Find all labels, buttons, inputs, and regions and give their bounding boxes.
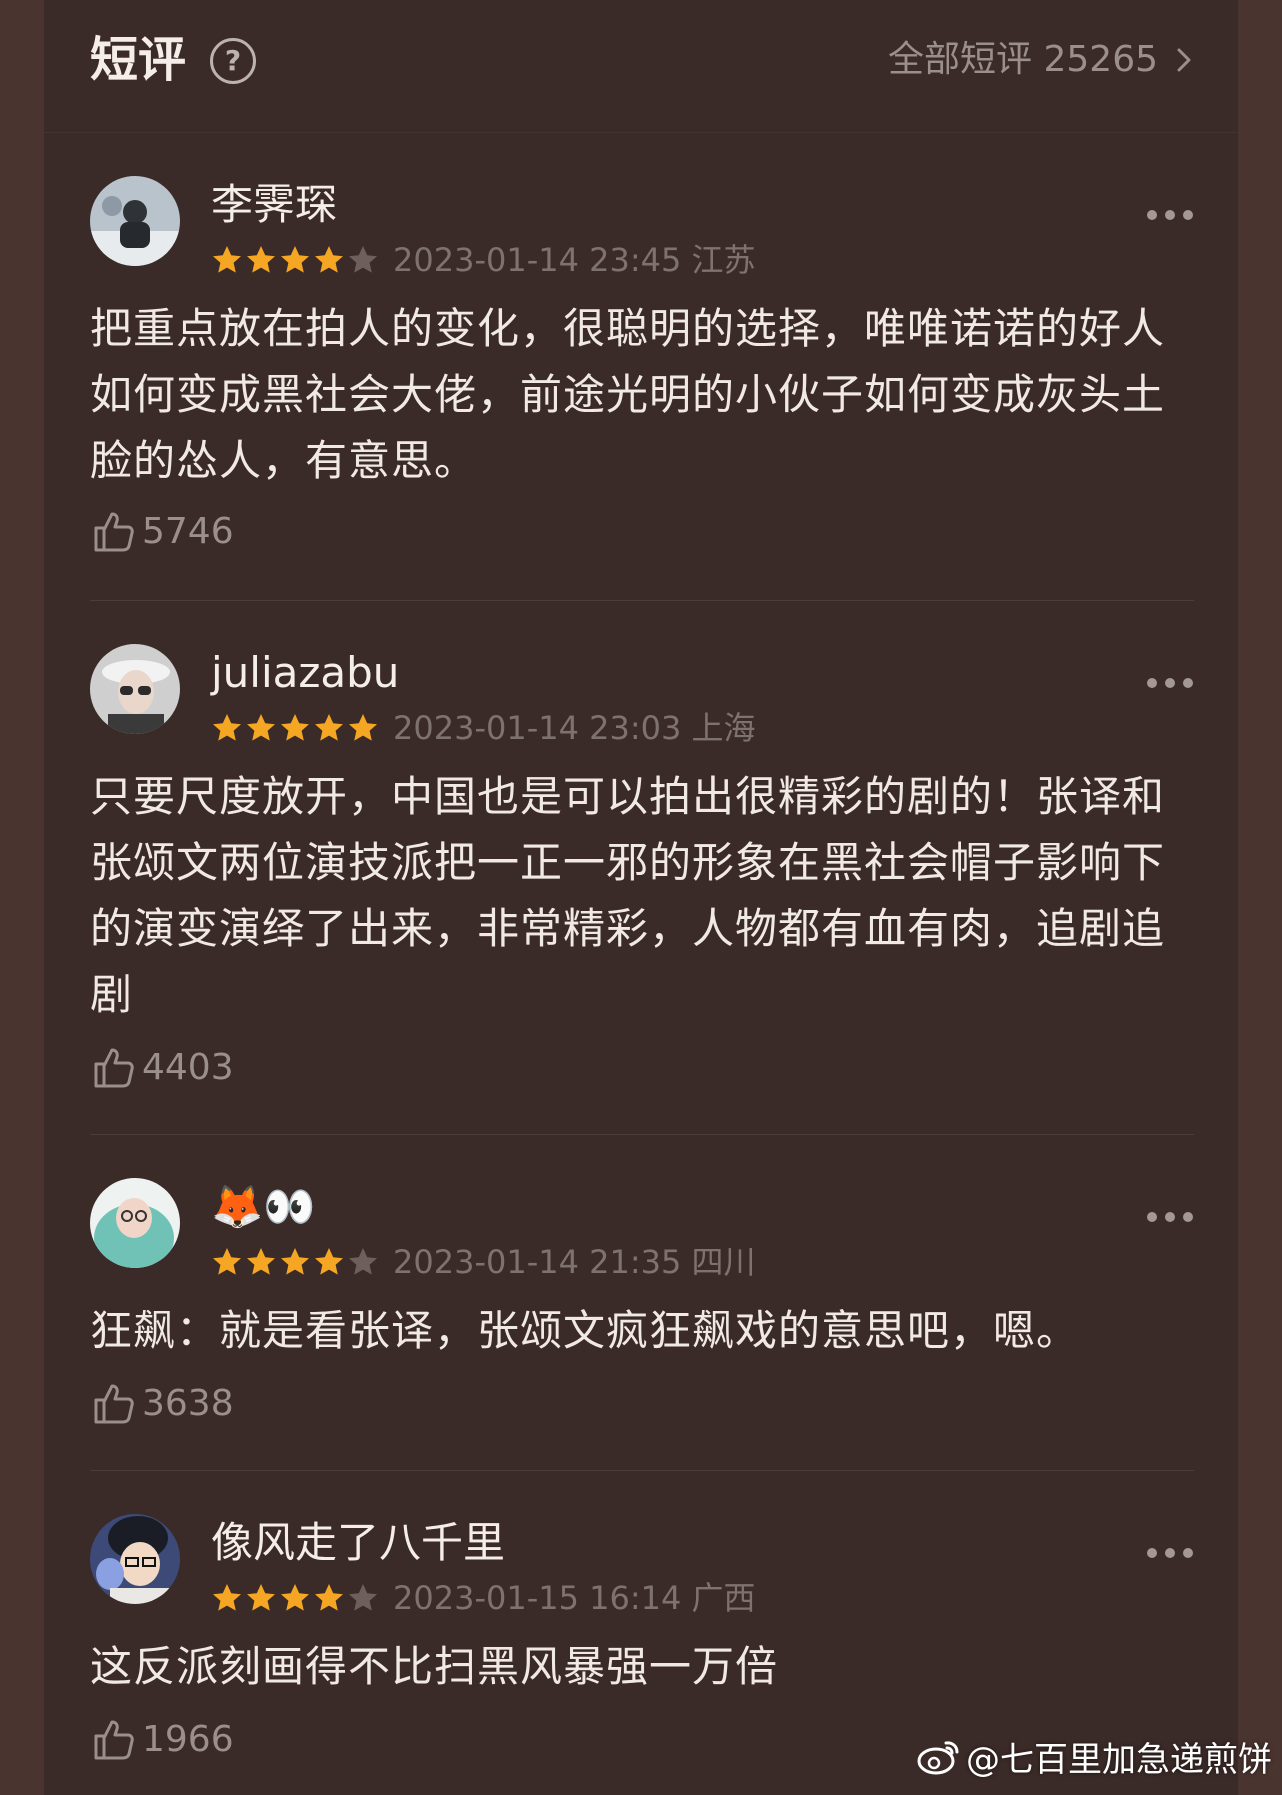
review-date-location: 2023-01-14 21:35 四川 [393,1243,756,1281]
reviews-header: 短评 ? 全部短评 25265 [44,0,1238,133]
review-meta: 2023-01-14 23:45 江苏 [211,240,756,280]
review-content: 把重点放在拍人的变化，很聪明的选择，唯唯诺诺的好人如何变成黑社会大佬，前途光明的… [90,304,1166,485]
divider [90,1470,1194,1471]
star-empty-icon [349,1248,377,1275]
more-options-icon[interactable] [1146,1210,1194,1224]
star-filled-icon [213,714,241,741]
review-meta: 2023-01-15 16:14 广西 [211,1578,756,1618]
like-button[interactable]: 5746 [90,506,234,556]
star-filled-icon [281,246,309,273]
thumbs-up-icon [94,1384,134,1424]
thumbs-up-icon [94,1720,134,1760]
review-date-location: 2023-01-15 16:14 广西 [393,1579,756,1617]
divider [90,600,1194,601]
chevron-right-icon [1177,48,1191,72]
review-item: juliazabu 2023-01-14 23:03 上海 只要尺度放开，中国也… [90,644,1194,1104]
review-meta: 2023-01-14 21:35 四川 [211,1242,756,1282]
star-filled-icon [315,714,343,741]
avatar[interactable] [90,1178,180,1268]
like-button[interactable]: 1966 [90,1714,234,1764]
like-count: 4403 [142,1046,234,1088]
thumbs-up-icon [94,512,134,552]
star-filled-icon [213,1248,241,1275]
question-circle-icon[interactable]: ? [210,38,256,84]
star-rating [211,712,379,744]
weibo-logo-icon [917,1740,959,1774]
review-date-location: 2023-01-14 23:45 江苏 [393,241,756,279]
more-options-icon[interactable] [1146,676,1194,690]
star-filled-icon [213,246,241,273]
star-filled-icon [281,714,309,741]
star-rating [211,244,379,276]
like-button[interactable]: 4403 [90,1042,234,1092]
review-content: 只要尺度放开，中国也是可以拍出很精彩的剧的！张译和张颂文两位演技派把一正一邪的形… [90,772,1166,1019]
star-filled-icon [315,1584,343,1611]
review-content: 这反派刻画得不比扫黑风暴强一万倍 [90,1642,779,1691]
star-rating [211,1246,379,1278]
section-title: 短评 [90,32,187,88]
like-count: 3638 [142,1382,234,1424]
star-empty-icon [349,1584,377,1611]
star-filled-icon [315,246,343,273]
like-button[interactable]: 3638 [90,1378,234,1428]
review-meta: 2023-01-14 23:03 上海 [211,708,756,748]
review-item: 李霁琛 2023-01-14 23:45 江苏 把重点放在拍人的变化，很聪明的选… [90,176,1194,556]
star-empty-icon [349,246,377,273]
avatar[interactable] [90,176,180,266]
star-rating [211,1582,379,1614]
star-filled-icon [349,714,377,741]
watermark-text: @七百里加急递煎饼 [966,1740,1272,1780]
star-filled-icon [247,1248,275,1275]
divider [90,1134,1194,1135]
star-filled-icon [281,1584,309,1611]
more-options-icon[interactable] [1146,1546,1194,1560]
all-reviews-label: 全部短评 25265 [888,39,1158,80]
username[interactable]: 李霁琛 [211,178,337,232]
avatar[interactable] [90,1514,180,1604]
like-count: 5746 [142,510,234,552]
star-filled-icon [247,714,275,741]
short-reviews-panel: 短评 ? 全部短评 25265 李霁琛 2023-01-14 23:45 江苏 [44,0,1238,1795]
username[interactable]: juliazabu [211,646,399,700]
review-content: 狂飙：就是看张译，张颂文疯狂飙戏的意思吧，嗯。 [90,1306,1080,1355]
review-item: 🦊👀 2023-01-14 21:35 四川 狂飙：就是看张译，张颂文疯狂飙戏的… [90,1178,1194,1468]
username[interactable]: 像风走了八千里 [211,1516,505,1570]
star-filled-icon [213,1584,241,1611]
more-options-icon[interactable] [1146,208,1194,222]
star-filled-icon [281,1248,309,1275]
review-date-location: 2023-01-14 23:03 上海 [393,709,756,747]
thumbs-up-icon [94,1048,134,1088]
weibo-watermark: @七百里加急递煎饼 [916,1732,1272,1781]
star-filled-icon [315,1248,343,1275]
like-count: 1966 [142,1718,234,1760]
username[interactable]: 🦊👀 [211,1180,316,1234]
star-filled-icon [247,1584,275,1611]
star-filled-icon [247,246,275,273]
all-reviews-link[interactable]: 全部短评 25265 [888,38,1196,82]
avatar[interactable] [90,644,180,734]
